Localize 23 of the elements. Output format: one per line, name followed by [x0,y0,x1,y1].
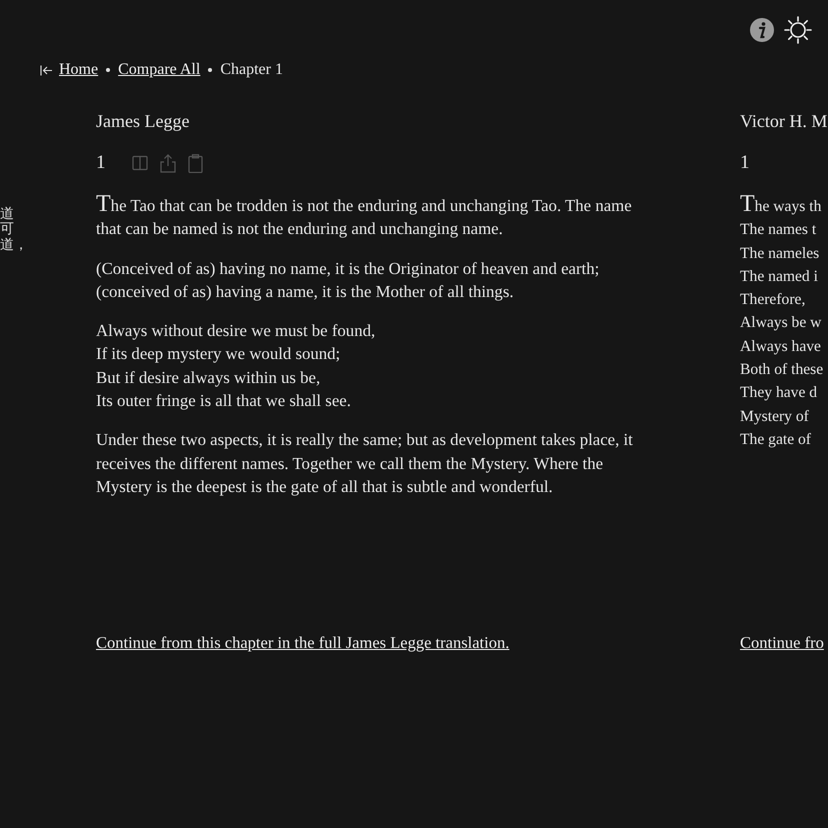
back-icon[interactable] [40,64,53,76]
chapter-number: 1 [96,152,106,174]
continue-link[interactable]: Continue from this chapter in the full James Legge translation. [96,633,660,653]
breadcrumb-link[interactable]: Home [59,61,98,79]
paragraph: Under these two aspects, it is really the same; but as development takes place, it receives the different names. Together we call them the Mystery. Where the Mystery is the deepest is the gate of all that is subtle and wonderful. [96,429,634,498]
paragraph: Always without desire we must be found, If its deep mystery we would sound; But if desire always within us be, Its outer fringe is all that we shall see. [96,320,376,412]
separator-dot [208,68,212,72]
vertical-text: 道可道， [0,205,20,255]
info-icon[interactable] [749,17,775,43]
separator-dot [106,68,110,72]
continue-link[interactable]: Continue fro [740,633,828,653]
chapter-number: 1 [740,152,750,174]
paragraph: (Conceived of as) having no name, it is the Originator of heaven and earth; (conceived of as) having a name, it is the Mother of all things. [96,258,600,303]
sun-icon[interactable] [783,15,813,45]
paragraph: The Tao that can be trodden is not the enduring and unchanging Tao. The name that can be named is not the enduring and unchanging name. [96,193,633,240]
translator-name: James Legge [96,111,190,133]
clipboard-icon[interactable] [188,154,202,172]
breadcrumb-link[interactable]: Compare All [118,61,200,79]
translator-name: Victor H. M [740,111,828,133]
breadcrumb-current: Chapter 1 [220,61,283,79]
columns-icon[interactable] [132,155,148,171]
share-icon[interactable] [158,154,176,172]
paragraph: The ways th The names t The nameles The named i Therefore, Always be w Always have Both of these They have d Mystery of The gate of [740,193,824,450]
